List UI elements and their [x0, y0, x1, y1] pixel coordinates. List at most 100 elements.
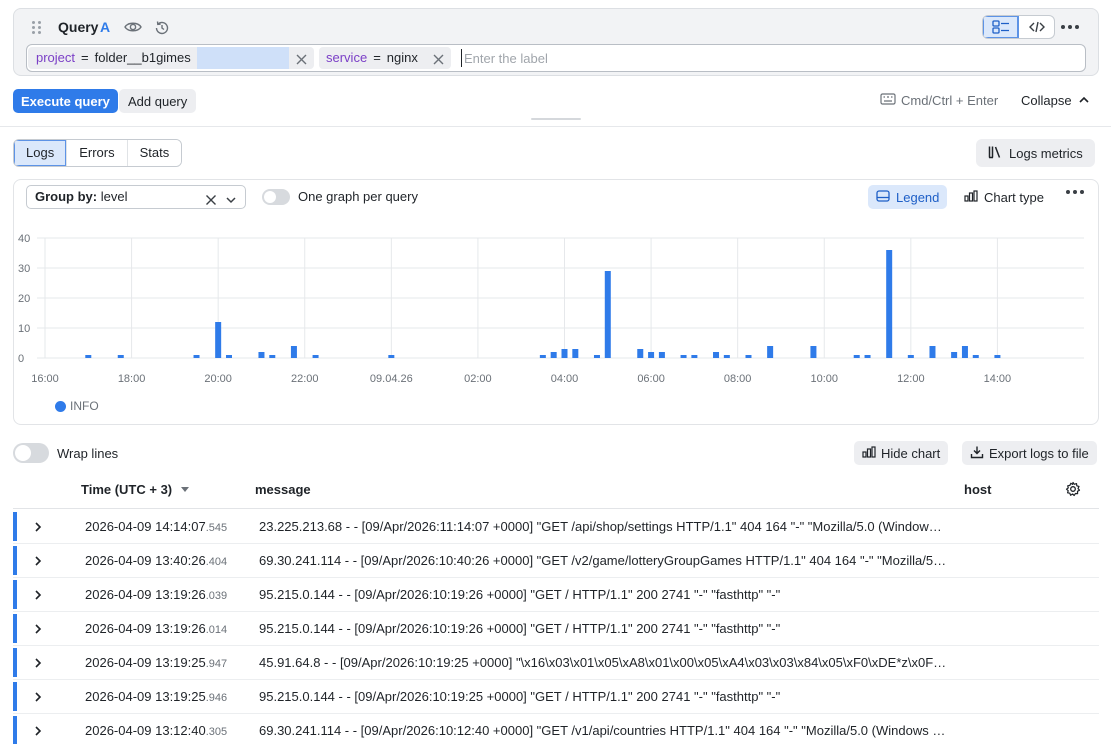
query-title: Query [58, 19, 99, 35]
x-tick-label: 09.04.26 [370, 373, 413, 385]
table-row[interactable]: 2026-04-09 13:19:26.039 95.215.0.144 - -… [13, 578, 1099, 612]
query-letter[interactable]: A [100, 19, 110, 35]
x-tick-label: 22:00 [291, 373, 319, 385]
level-indicator [13, 614, 17, 643]
close-icon[interactable] [432, 51, 445, 65]
bar-info [810, 346, 817, 358]
eye-icon[interactable] [123, 19, 143, 35]
group-by-select[interactable]: Group by: level [26, 185, 246, 209]
tab-logs[interactable]: Logs [14, 140, 68, 166]
table-row[interactable]: 2026-04-09 13:19:25.947 45.91.64.8 - - [… [13, 646, 1099, 680]
execute-query-button[interactable]: Execute query [13, 89, 118, 113]
view-tabs: Logs Errors Stats [13, 139, 183, 167]
filter-key: project [36, 50, 76, 65]
label-input[interactable] [461, 49, 1061, 67]
table-row[interactable]: 2026-04-09 13:19:25.946 95.215.0.144 - -… [13, 680, 1099, 714]
export-logs-button[interactable]: Export logs to file [962, 441, 1097, 465]
table-row[interactable]: 2026-04-09 14:14:07.545 23.225.213.68 - … [13, 510, 1099, 544]
bar-info [972, 355, 979, 358]
bar-info [680, 355, 687, 358]
chevron-right-icon[interactable] [33, 623, 43, 635]
time-ms: .039 [205, 590, 228, 602]
legend-label: Legend [896, 189, 940, 205]
filter-chip-project[interactable]: project = folder__b1gimes [28, 47, 314, 69]
gear-icon[interactable] [1065, 481, 1081, 497]
filter-bar[interactable]: project = folder__b1gimes service = nginx [26, 44, 1086, 72]
y-tick-label: 30 [18, 263, 30, 275]
x-tick-label: 20:00 [204, 373, 232, 385]
chevron-right-icon[interactable] [33, 725, 43, 737]
bar-info [648, 352, 655, 358]
more-options-icon[interactable] [1059, 17, 1081, 37]
time-ms: .014 [205, 624, 228, 636]
bar-info [269, 355, 276, 358]
filter-chip-service[interactable]: service = nginx [319, 47, 451, 69]
x-tick-label: 06:00 [637, 373, 665, 385]
chevron-right-icon[interactable] [33, 589, 43, 601]
bar-info [290, 346, 297, 358]
one-graph-toggle[interactable] [262, 189, 290, 205]
history-icon[interactable] [153, 19, 171, 37]
bar-info [994, 355, 1001, 358]
bar-info [951, 352, 958, 358]
column-header-time[interactable]: Time (UTC + 3) [81, 482, 172, 497]
bar-info [864, 355, 871, 358]
add-query-button[interactable]: Add query [119, 89, 197, 113]
legend-item-info[interactable]: INFO [55, 399, 99, 413]
bar-info [561, 349, 568, 358]
bar-info [539, 355, 546, 358]
group-by-label: Group by: [35, 189, 98, 204]
time-ms: .545 [205, 522, 228, 534]
chevron-right-icon[interactable] [33, 691, 43, 703]
collapse-button[interactable]: Collapse [1021, 93, 1090, 108]
x-tick-label: 16:00 [31, 373, 59, 385]
legend-button[interactable]: Legend [868, 185, 948, 209]
code-view-icon[interactable] [1019, 16, 1054, 38]
sort-desc-icon[interactable] [181, 487, 189, 492]
time-value: 2026-04-09 13:19:25 [85, 655, 206, 670]
clear-icon[interactable] [205, 191, 217, 205]
table-row[interactable]: 2026-04-09 13:40:26.404 69.30.241.114 - … [13, 544, 1099, 578]
chart-type-button[interactable]: Chart type [964, 185, 1044, 209]
time-value: 2026-04-09 14:14:07 [85, 519, 206, 534]
bar-info [572, 349, 579, 358]
bar-info [388, 355, 395, 358]
hide-chart-button[interactable]: Hide chart [854, 441, 949, 465]
bar-info [886, 250, 893, 358]
query-panel: Query A project = folder__b1gimes service =… [13, 8, 1099, 76]
column-header-host[interactable]: host [964, 482, 991, 497]
column-header-message[interactable]: message [255, 482, 311, 497]
row-message: 69.30.241.114 - - [09/Apr/2026:10:40:26 … [259, 553, 947, 568]
chevron-down-icon[interactable] [225, 191, 237, 204]
close-icon[interactable] [295, 51, 308, 65]
chart-more-icon[interactable] [1066, 190, 1084, 194]
histogram-chart: 0 10 20 30 40 16:00 18:00 20:00 22:00 09.04.26 02:… [18, 233, 1084, 385]
resize-handle[interactable] [531, 118, 581, 120]
level-indicator [13, 648, 17, 677]
chevron-right-icon[interactable] [33, 657, 43, 669]
bar-info [961, 346, 968, 358]
time-ms: .404 [205, 556, 228, 568]
logs-metrics-button[interactable]: Logs metrics [976, 139, 1095, 167]
row-message: 95.215.0.144 - - [09/Apr/2026:10:19:26 +… [259, 621, 781, 636]
time-value: 2026-04-09 13:40:26 [85, 553, 206, 568]
wrap-lines-toggle[interactable] [13, 443, 49, 463]
tab-errors[interactable]: Errors [67, 140, 128, 166]
bar-info [691, 355, 698, 358]
bar-info [658, 352, 665, 358]
books-icon [988, 145, 1002, 162]
chevron-right-icon[interactable] [33, 521, 43, 533]
tab-stats[interactable]: Stats [127, 140, 182, 166]
time-ms: .947 [205, 658, 228, 670]
row-message: 95.215.0.144 - - [09/Apr/2026:10:19:25 +… [259, 689, 781, 704]
filter-operator: = [81, 50, 89, 65]
table-row[interactable]: 2026-04-09 13:19:26.014 95.215.0.144 - -… [13, 612, 1099, 646]
chevron-right-icon[interactable] [33, 555, 43, 567]
legend-item-label: INFO [70, 399, 99, 413]
time-value: 2026-04-09 13:12:40 [85, 723, 206, 738]
drag-handle-icon[interactable] [32, 21, 42, 35]
table-row[interactable]: 2026-04-09 13:12:40.305 69.30.241.114 - … [13, 714, 1099, 744]
export-logs-label: Export logs to file [989, 445, 1089, 461]
divider [0, 126, 1111, 127]
builder-view-icon[interactable] [983, 16, 1019, 38]
